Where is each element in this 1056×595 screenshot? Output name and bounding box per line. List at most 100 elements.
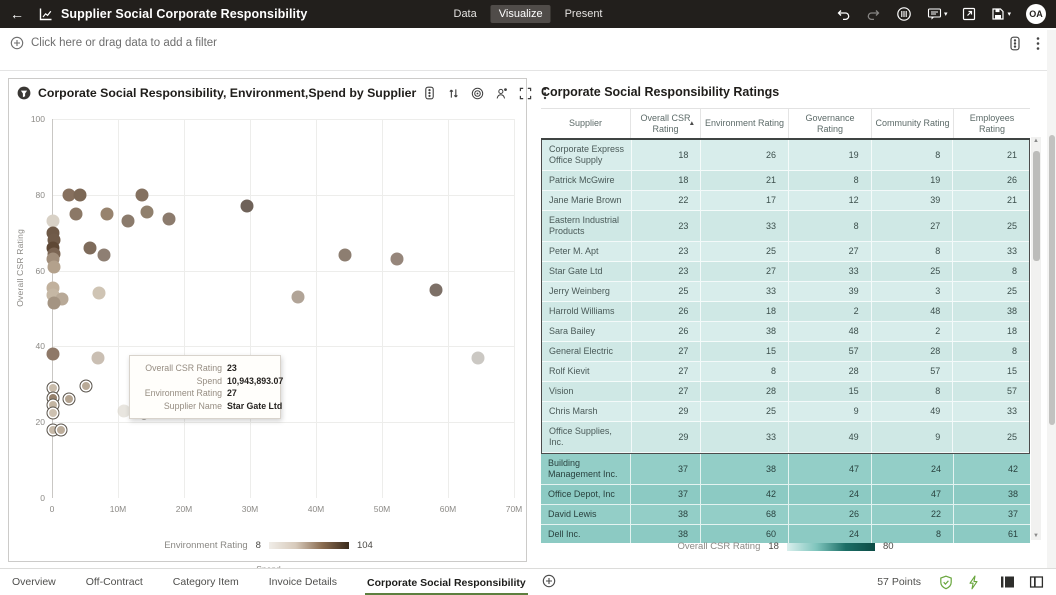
table-row[interactable]: Office Depot, Inc3742244738 — [541, 485, 1030, 505]
scatter-point[interactable] — [339, 249, 352, 262]
table-row[interactable]: Jane Marie Brown2217123921 — [542, 191, 1029, 211]
scatter-point[interactable] — [391, 253, 404, 266]
conditional-format-icon[interactable] — [423, 86, 436, 100]
tab-overview[interactable]: Overview — [10, 570, 58, 595]
add-filter-button[interactable]: Click here or drag data to add a filter — [0, 36, 217, 50]
scatter-point[interactable] — [98, 249, 111, 262]
scatter-point[interactable] — [141, 205, 154, 218]
table-row[interactable]: Rolf Kievit278285715 — [542, 362, 1029, 382]
scroll-up-icon[interactable]: ▲ — [1031, 138, 1041, 144]
scatter-plot-area[interactable]: 020406080100010M20M30M40M50M60M70M — [52, 119, 514, 498]
redo-icon[interactable] — [866, 7, 881, 21]
scatter-point[interactable] — [47, 260, 60, 273]
table-row[interactable]: Harrold Williams261824838 — [542, 302, 1029, 322]
scatter-point[interactable] — [100, 207, 113, 220]
rating-cell: 27 — [631, 362, 701, 382]
tab-category-item[interactable]: Category Item — [171, 570, 241, 595]
rating-cell: 8 — [700, 362, 788, 382]
table-row[interactable]: Sara Bailey263848218 — [542, 322, 1029, 342]
scroll-down-icon[interactable]: ▼ — [1031, 533, 1041, 539]
save-icon[interactable]: ▾ — [991, 7, 1011, 21]
table-row[interactable]: Vision272815857 — [542, 382, 1029, 402]
undo-icon[interactable] — [836, 7, 851, 21]
spark-bolt-icon[interactable] — [967, 575, 980, 590]
scatter-point[interactable] — [73, 188, 86, 201]
table-row[interactable]: Star Gate Ltd232733258 — [542, 262, 1029, 282]
scatter-point[interactable] — [47, 296, 60, 309]
supplier-cell: Building Management Inc. — [541, 454, 630, 485]
quality-shield-icon[interactable] — [939, 575, 953, 590]
scatter-point[interactable] — [240, 200, 253, 213]
assign-person-icon[interactable] — [495, 87, 508, 100]
tab-invoice-details[interactable]: Invoice Details — [267, 570, 339, 595]
column-header-1[interactable]: Overall CSR Rating▲ — [630, 109, 700, 138]
scatter-point[interactable] — [47, 406, 60, 419]
topbar-nav-present[interactable]: Present — [557, 5, 611, 23]
rating-cell: 18 — [631, 140, 701, 171]
column-header-5[interactable]: Employees Rating — [953, 109, 1030, 138]
table-row[interactable]: General Electric271557288 — [542, 342, 1029, 362]
x-tick-label: 40M — [308, 498, 325, 514]
maximize-icon[interactable] — [519, 87, 532, 100]
scatter-point[interactable] — [162, 213, 175, 226]
user-avatar[interactable]: OA — [1026, 4, 1046, 24]
scatter-visualization-panel[interactable]: Corporate Social Responsibility, Environ… — [8, 78, 527, 562]
sort-icon[interactable] — [447, 87, 460, 100]
add-canvas-icon[interactable] — [542, 574, 556, 590]
topbar-nav-visualize[interactable]: Visualize — [491, 5, 551, 23]
export-window-icon[interactable] — [962, 7, 976, 21]
comments-icon[interactable]: ▾ — [927, 7, 948, 21]
table-row[interactable]: Jerry Weinberg253339325 — [542, 282, 1029, 302]
table-row[interactable]: Office Supplies, Inc.293349925 — [542, 422, 1029, 453]
scatter-point[interactable] — [121, 215, 134, 228]
table-row[interactable]: David Lewis3868262237 — [541, 505, 1030, 525]
tooltip-row: Environment Rating27 — [139, 387, 271, 400]
table-row[interactable]: Chris Marsh292594933 — [542, 402, 1029, 422]
scatter-point[interactable] — [62, 393, 75, 406]
column-header-2[interactable]: Environment Rating — [700, 109, 788, 138]
gridline — [52, 422, 514, 423]
scatter-point[interactable] — [83, 241, 96, 254]
scatter-point[interactable] — [135, 188, 148, 201]
table-row[interactable]: Patrick McGwire182181926 — [542, 171, 1029, 191]
table-scrollbar[interactable]: ▲ ▼ — [1031, 137, 1041, 540]
topbar-nav-data[interactable]: Data — [446, 5, 485, 23]
filter-bar-menu-icon[interactable] — [1036, 36, 1040, 51]
rating-cell: 22 — [871, 505, 953, 525]
scatter-point[interactable] — [54, 423, 67, 436]
table-row[interactable]: Building Management Inc.3738472442 — [541, 454, 1030, 485]
left-panel-toggle-icon[interactable] — [1000, 575, 1015, 589]
rating-cell: 33 — [788, 262, 871, 282]
refresh-data-icon[interactable] — [896, 6, 912, 22]
tab-corporate-social-responsibility[interactable]: Corporate Social Responsibility — [365, 571, 528, 595]
table-row[interactable]: Peter M. Apt232527833 — [542, 242, 1029, 262]
page-scrollbar[interactable] — [1047, 30, 1056, 594]
scatter-point[interactable] — [79, 380, 92, 393]
table-row[interactable]: Eastern Industrial Products233382725 — [542, 211, 1029, 242]
ratings-table[interactable]: SupplierOverall CSR Rating▲Environment R… — [541, 108, 1030, 543]
scatter-point[interactable] — [47, 347, 60, 360]
rating-cell: 38 — [952, 302, 1029, 322]
scatter-point[interactable] — [472, 351, 485, 364]
filter-controls-icon[interactable] — [1008, 36, 1022, 51]
page-scrollbar-thumb[interactable] — [1049, 135, 1055, 425]
tab-off-contract[interactable]: Off-Contract — [84, 570, 145, 595]
column-header-0[interactable]: Supplier — [541, 109, 630, 138]
scatter-point[interactable] — [292, 291, 305, 304]
column-header-3[interactable]: Governance Rating — [788, 109, 871, 138]
table-row[interactable]: Corporate Express Office Supply182619821 — [542, 140, 1029, 171]
column-header-4[interactable]: Community Rating — [871, 109, 953, 138]
rating-cell: 25 — [952, 422, 1029, 453]
scatter-point[interactable] — [91, 351, 104, 364]
save-caret-icon[interactable]: ▾ — [1007, 11, 1011, 18]
scatter-point[interactable] — [92, 287, 105, 300]
comments-caret-icon[interactable]: ▾ — [944, 11, 948, 18]
right-panel-toggle-icon[interactable] — [1029, 575, 1044, 589]
filter-funnel-badge-icon[interactable] — [17, 86, 31, 100]
back-button[interactable]: ← — [0, 6, 34, 22]
table-scrollbar-thumb[interactable] — [1033, 151, 1040, 261]
rating-cell: 8 — [871, 382, 953, 402]
scatter-point[interactable] — [430, 283, 443, 296]
scatter-point[interactable] — [69, 207, 82, 220]
drill-target-icon[interactable] — [471, 87, 484, 100]
